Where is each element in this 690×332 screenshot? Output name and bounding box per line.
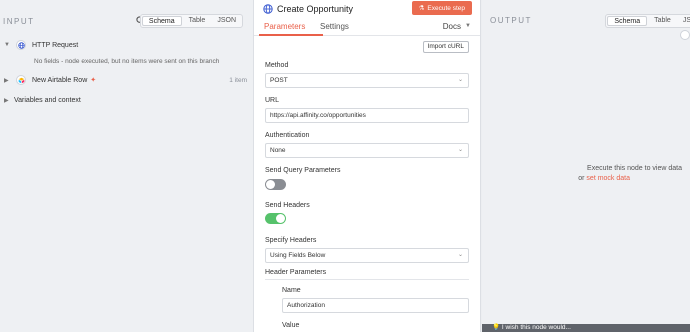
globe-icon: [263, 3, 273, 14]
output-tab-schema[interactable]: Schema: [607, 16, 648, 26]
feedback-bar: 💡 I wish this node would...: [482, 324, 690, 332]
feedback-link[interactable]: 💡 I wish this node would...: [492, 324, 571, 332]
authentication-select[interactable]: None ⌄: [265, 143, 469, 158]
tree-row-http-request[interactable]: ▼ HTTP Request: [4, 38, 247, 52]
feedback-text: I wish this node would...: [501, 324, 571, 331]
docs-link[interactable]: Docs: [443, 22, 461, 31]
authentication-value: None: [270, 147, 286, 154]
output-title: OUTPUT: [490, 16, 532, 25]
item-count: 1 item: [229, 76, 247, 84]
row-label: Variables and context: [14, 96, 81, 104]
method-value: POST: [270, 77, 288, 84]
empty-branch-note: No fields - node executed, but no items …: [34, 58, 220, 65]
authentication-label: Authentication: [265, 132, 310, 139]
row-label: HTTP Request: [32, 41, 79, 49]
tab-settings[interactable]: Settings: [320, 22, 349, 31]
output-panel: OUTPUT Schema Table JS Execute this node…: [482, 0, 690, 332]
method-label: Method: [265, 62, 289, 69]
pin-icon: ✦: [90, 77, 97, 84]
globe-icon: [16, 40, 26, 50]
node-tabs: Parameters Settings Docs ▼: [254, 17, 480, 36]
header-name-label: Name: [282, 287, 301, 294]
output-tab-table[interactable]: Table: [648, 15, 677, 27]
specify-headers-select[interactable]: Using Fields Below ⌄: [265, 248, 469, 263]
empty-state-action: or set mock data: [578, 175, 630, 182]
chevron-down-icon: ⌄: [457, 77, 463, 83]
flask-icon: ⚗: [418, 5, 425, 12]
parameters-form: Import cURL Method POST ⌄ URL https://ap…: [254, 36, 480, 332]
input-tab-schema[interactable]: Schema: [141, 16, 182, 26]
airtable-icon: [16, 75, 26, 85]
set-mock-data-link[interactable]: set mock data: [586, 175, 630, 182]
input-title: INPUT: [3, 16, 35, 26]
output-tab-json[interactable]: JS: [677, 15, 690, 27]
method-select[interactable]: POST ⌄: [265, 73, 469, 88]
chevron-down-icon: ⌄: [457, 252, 463, 258]
input-view-switch: Schema Table JSON: [139, 14, 243, 28]
node-icon: [680, 30, 690, 40]
send-headers-label: Send Headers: [265, 202, 310, 209]
url-label: URL: [265, 97, 280, 104]
input-header: INPUT Schema Table JSON: [3, 14, 247, 28]
node-header: Create Opportunity ⚗ Execute step: [254, 0, 480, 17]
empty-state-text: Execute this node to view data: [587, 165, 682, 172]
import-curl-button[interactable]: Import cURL: [422, 41, 469, 53]
tree-row-new-airtable-row[interactable]: ▶ New Airtable Row ✦ 1 item: [4, 73, 247, 87]
input-tab-json[interactable]: JSON: [211, 15, 242, 27]
send-query-label: Send Query Parameters: [265, 167, 341, 174]
execute-step-button[interactable]: ⚗ Execute step: [411, 1, 472, 15]
chevron-right-icon[interactable]: ▶: [4, 77, 12, 84]
header-parameters-label: Header Parameters: [265, 269, 327, 276]
tab-parameters[interactable]: Parameters: [264, 22, 305, 31]
divider: [265, 279, 469, 280]
header-name-value: Authorization: [287, 302, 325, 309]
node-title[interactable]: Create Opportunity: [277, 4, 353, 14]
tree-row-variables[interactable]: ▶ Variables and context: [4, 93, 247, 107]
node-settings-panel: Create Opportunity ⚗ Execute step Parame…: [253, 0, 481, 332]
header-name-input[interactable]: Authorization: [282, 298, 469, 313]
specify-headers-value: Using Fields Below: [270, 252, 326, 259]
chevron-down-icon[interactable]: ▼: [4, 42, 12, 48]
send-headers-toggle[interactable]: [265, 213, 286, 224]
chevron-right-icon[interactable]: ▶: [4, 97, 12, 104]
input-panel: INPUT Schema Table JSON ▼ HTTP Request N…: [0, 0, 253, 332]
row-label: New Airtable Row: [32, 76, 88, 84]
send-query-toggle[interactable]: [265, 179, 286, 190]
output-view-switch: Schema Table JS: [605, 14, 690, 28]
header-value-label: Value: [282, 322, 300, 329]
input-tab-table[interactable]: Table: [183, 15, 212, 27]
url-input[interactable]: https://api.affinity.co/opportunities: [265, 108, 469, 123]
chevron-down-icon: ⌄: [457, 147, 463, 153]
execute-step-label: Execute step: [427, 4, 465, 12]
lightbulb-icon: 💡: [492, 324, 501, 331]
url-value: https://api.affinity.co/opportunities: [270, 112, 366, 119]
or-text: or: [578, 175, 585, 182]
chevron-down-icon[interactable]: ▼: [465, 23, 471, 29]
specify-headers-label: Specify Headers: [265, 237, 317, 244]
